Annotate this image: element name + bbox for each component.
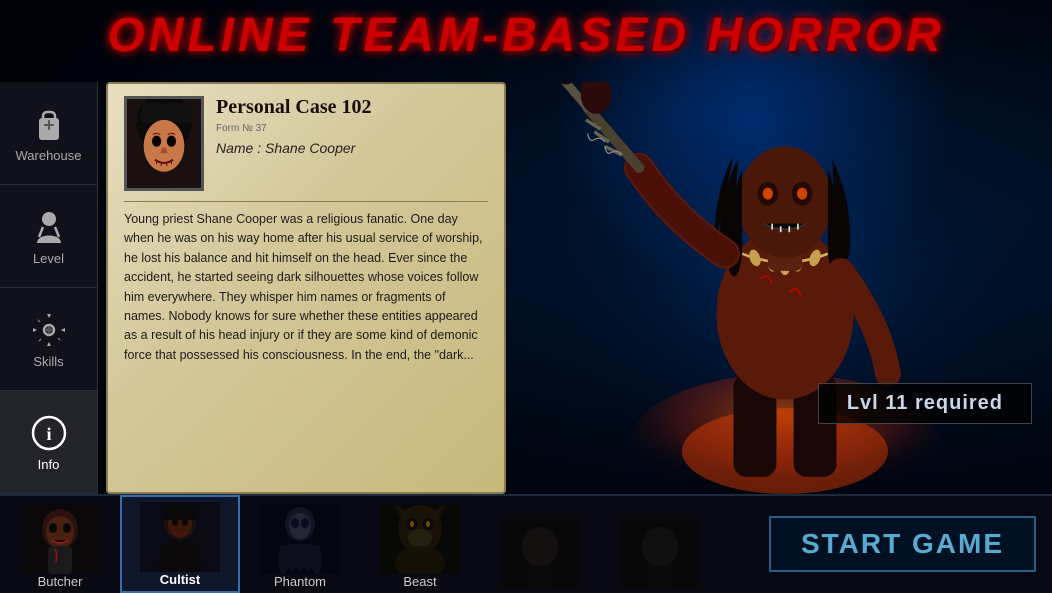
char-slot-beast-label: Beast <box>403 574 436 593</box>
char-slot-butcher[interactable]: Butcher <box>0 495 120 593</box>
backpack-icon <box>29 104 69 144</box>
main-content: Personal Case 102 Form № 37 Name : Shane… <box>98 82 1052 494</box>
title-bar: ONLINE TEAM-BASED HORROR <box>0 8 1052 63</box>
char-slot-cultist-label: Cultist <box>160 572 200 591</box>
gear-icon <box>29 310 69 350</box>
case-header: Personal Case 102 Form № 37 Name : Shane… <box>124 96 488 191</box>
case-name: Name : Shane Cooper <box>216 140 488 156</box>
sidebar: Warehouse Level <box>0 82 98 494</box>
sidebar-label-warehouse: Warehouse <box>16 148 82 163</box>
sidebar-item-level[interactable]: Level <box>0 185 97 288</box>
char-slot-5-img <box>500 519 580 589</box>
char-slot-phantom-label: Phantom <box>274 574 326 593</box>
game-title: ONLINE TEAM-BASED HORROR <box>107 9 944 62</box>
char-slot-beast-img <box>380 504 460 574</box>
char-slot-cultist-img <box>140 502 220 572</box>
character-photo <box>124 96 204 191</box>
info-icon: i <box>29 413 69 453</box>
svg-text:i: i <box>46 424 51 444</box>
sidebar-label-level: Level <box>33 251 64 266</box>
sidebar-item-info[interactable]: i Info <box>0 391 97 494</box>
case-title-block: Personal Case 102 Form № 37 Name : Shane… <box>216 96 488 156</box>
case-divider <box>124 201 488 202</box>
char-slot-butcher-img <box>20 504 100 574</box>
char-slot-phantom[interactable]: Phantom <box>240 495 360 593</box>
case-title: Personal Case 102 <box>216 96 488 119</box>
char-slot-5[interactable] <box>480 495 600 593</box>
char-slot-butcher-label: Butcher <box>38 574 83 593</box>
monster-area <box>518 82 1052 494</box>
monster-illustration <box>518 82 1052 494</box>
person-icon <box>29 207 69 247</box>
case-card: Personal Case 102 Form № 37 Name : Shane… <box>106 82 506 494</box>
case-form-number: Form № 37 <box>216 123 488 134</box>
sidebar-item-skills[interactable]: Skills <box>0 288 97 391</box>
sidebar-label-info: Info <box>38 457 60 472</box>
char-slot-beast[interactable]: Beast <box>360 495 480 593</box>
start-game-button[interactable]: START GAME <box>769 516 1036 572</box>
level-required-badge: Lvl 11 required <box>818 383 1032 424</box>
char-slot-phantom-img <box>260 504 340 574</box>
char-slot-cultist[interactable]: Cultist <box>120 495 240 593</box>
case-description: Young priest Shane Cooper was a religiou… <box>124 210 488 365</box>
character-bar: Butcher Cultist <box>0 494 1052 592</box>
char-slot-6[interactable] <box>600 495 720 593</box>
sidebar-label-skills: Skills <box>33 354 63 369</box>
char-slot-6-img <box>620 519 700 589</box>
sidebar-item-warehouse[interactable]: Warehouse <box>0 82 97 185</box>
